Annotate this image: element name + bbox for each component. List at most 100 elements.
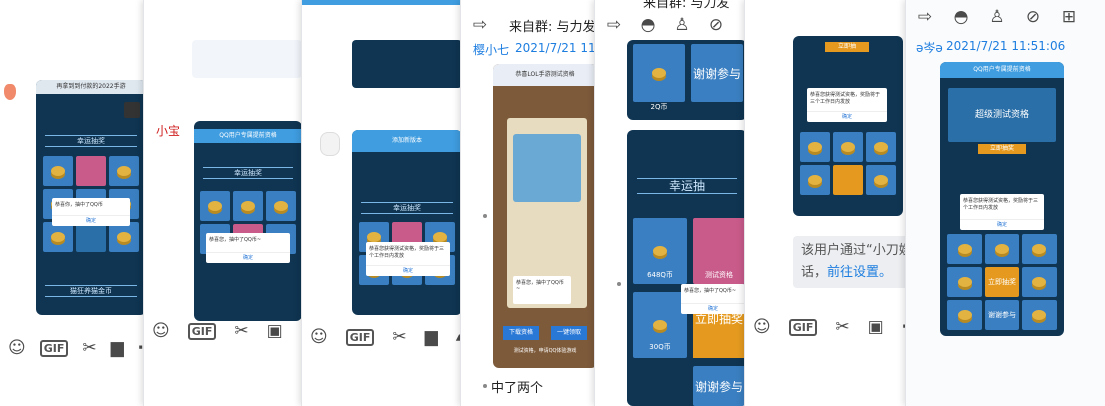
chat-window-7: ⇨ ◓ ♙ ⊘ ⊞ ə岑ə 2021/7/21 11:51:06 QQ用户专属提… bbox=[905, 0, 1105, 406]
prize-cell bbox=[947, 267, 982, 297]
prize-cell bbox=[75, 156, 107, 186]
prize-dialog: 恭喜您，抽中了QQ币~ bbox=[513, 276, 571, 304]
prize-dialog: 恭喜您，抽中了QQ币~ 确定 bbox=[681, 284, 745, 314]
lucky-draw-band: 幸运抽 bbox=[636, 178, 738, 194]
thanks-cell: 谢谢参与 bbox=[693, 366, 745, 406]
folder-icon[interactable]: ▆ bbox=[111, 337, 124, 359]
folder-icon[interactable]: ▆ bbox=[425, 326, 438, 348]
screenshot-image-4[interactable]: 恭喜LOL手游测试资格 恭喜您，抽中了QQ币~ 下载资格 一键领取 测试资格，申… bbox=[493, 64, 597, 368]
gif-icon[interactable]: GIF bbox=[39, 339, 69, 357]
system-notice: 该用户通过“小刀娱 话，前往设置。 bbox=[793, 236, 909, 288]
avatar bbox=[124, 102, 140, 118]
mute-icon[interactable]: ⊘ bbox=[1022, 6, 1044, 28]
smile-icon[interactable]: ☺ bbox=[8, 337, 26, 359]
thanks-cell: 谢谢参与 bbox=[984, 300, 1020, 330]
input-toolbar-2: ☺ GIF ✂ ▣ ⋯ bbox=[144, 316, 304, 346]
settings-link[interactable]: 前往设置。 bbox=[827, 265, 892, 280]
group-source: 来自群: 与力发 bbox=[509, 19, 596, 35]
forward-icon[interactable]: ⇨ bbox=[914, 6, 936, 28]
smile-icon[interactable]: ☺ bbox=[152, 320, 170, 342]
mute-icon[interactable]: ⊘ bbox=[705, 14, 727, 36]
prize-cell bbox=[265, 191, 296, 221]
forward-icon[interactable]: ⇨ bbox=[603, 14, 625, 36]
screenshot-top-strip bbox=[352, 40, 462, 88]
screenshot-image-3[interactable]: 添加新版本 幸运抽奖 恭喜您获得测试资格，奖励将于三个工作日内发放 确定 bbox=[352, 130, 462, 315]
scissors-icon[interactable]: ✂ bbox=[82, 337, 96, 359]
screenshot-title-bar: 添加新版本 bbox=[352, 130, 462, 152]
prize-cell bbox=[947, 300, 982, 330]
add-user-icon[interactable]: ♙ bbox=[986, 6, 1008, 28]
lucky-draw-band: 幸运抽奖 bbox=[202, 167, 294, 179]
coin-label: 2Q币 bbox=[650, 103, 668, 111]
screenshot-title-bar: QQ用户专属提前资格 bbox=[194, 129, 302, 143]
draw-now-cell[interactable]: 立即抽奖 bbox=[984, 267, 1020, 297]
prize-grid: 立即抽奖 谢谢参与 bbox=[947, 234, 1057, 330]
group-source: 来自群: 与力发 bbox=[643, 0, 730, 11]
input-toolbar-1: ☺ GIF ✂ ▆ ⋯ bbox=[0, 333, 146, 363]
add-user-icon[interactable]: ♙ bbox=[671, 14, 693, 36]
prize-cell bbox=[109, 222, 140, 252]
prize-cell bbox=[42, 156, 73, 186]
lucky-draw-band: 幸运抽奖 bbox=[360, 202, 454, 214]
gif-icon[interactable]: GIF bbox=[187, 322, 217, 340]
screenshot-image-2[interactable]: QQ用户专属提前资格 幸运抽奖 恭喜您，抽中了QQ币~ 确定 bbox=[194, 121, 302, 321]
chat-header-toolbar: ⇨ ◓ ♙ ⊘ ⊞ bbox=[906, 2, 1105, 32]
bullet bbox=[617, 282, 621, 286]
scissors-icon[interactable]: ✂ bbox=[835, 316, 849, 338]
image-icon[interactable]: ▣ bbox=[868, 316, 884, 338]
top-accent-bar bbox=[302, 0, 462, 5]
forward-icon[interactable]: ⇨ bbox=[469, 14, 491, 36]
screenshot-image-5a[interactable]: 2Q币 谢谢参与 bbox=[627, 40, 747, 120]
bullet bbox=[483, 214, 487, 218]
prize-cell bbox=[984, 234, 1020, 264]
prize-cell bbox=[866, 132, 897, 162]
smile-icon[interactable]: ☺ bbox=[310, 326, 328, 348]
claim-button[interactable]: 一键领取 bbox=[551, 326, 587, 340]
prize-cell bbox=[200, 191, 231, 221]
prize-cell bbox=[109, 156, 140, 186]
scissors-icon[interactable]: ✂ bbox=[234, 320, 248, 342]
sender-name: 樱小七 bbox=[473, 43, 510, 57]
prize-cell bbox=[799, 132, 830, 162]
dialog-ok-button[interactable]: 确定 bbox=[807, 111, 887, 120]
hide-icon[interactable]: ◓ bbox=[637, 14, 659, 36]
prize-cell bbox=[75, 222, 107, 252]
dialog-ok-button[interactable]: 确定 bbox=[366, 265, 450, 274]
coin-label: 30Q币 bbox=[649, 343, 671, 351]
gif-icon[interactable]: GIF bbox=[788, 318, 818, 336]
download-button[interactable]: 下载资格 bbox=[503, 326, 539, 340]
draw-button[interactable]: 立即抽 bbox=[825, 42, 869, 52]
screenshot-title-bar: QQ用户专属提前资格 bbox=[940, 62, 1064, 78]
chat-header-toolbar: ⇨ ◓ ♙ ⊘ bbox=[595, 10, 751, 40]
gif-icon[interactable]: GIF bbox=[345, 328, 375, 346]
prize-dialog: 恭喜您获得测试资格，奖励将于三个工作日内发放 确定 bbox=[807, 88, 887, 122]
message-text: 中了两个 bbox=[491, 381, 544, 396]
dialog-ok-button[interactable]: 确定 bbox=[960, 219, 1044, 228]
screenshot-image-7[interactable]: QQ用户专属提前资格 超级测试资格 立即抽奖 恭喜您获得测试资格，奖励将于三个工… bbox=[940, 62, 1064, 336]
input-toolbar-6: ☺ GIF ✂ ▣ ⋯ bbox=[745, 312, 909, 342]
prize-cell bbox=[1022, 300, 1057, 330]
input-toolbar-3: ☺ GIF ✂ ▆ ▰ bbox=[302, 322, 462, 352]
prize-cell bbox=[1022, 267, 1057, 297]
dialog-ok-button[interactable]: 确定 bbox=[52, 215, 130, 224]
sender-name: ə岑ə bbox=[916, 41, 943, 55]
draw-button[interactable]: 立即抽奖 bbox=[978, 144, 1026, 154]
screenshot-image-5b[interactable]: 幸运抽 648Q币 测试资格 30Q币 立即抽奖 谢谢参与 恭喜您，抽中了QQ币… bbox=[627, 130, 747, 406]
prize-cell bbox=[233, 191, 263, 221]
footer-band: 猫狂养猫金币 bbox=[44, 285, 138, 297]
chat-window-3: 添加新版本 幸运抽奖 恭喜您获得测试资格，奖励将于三个工作日内发放 确定 ☺ GI… bbox=[301, 0, 462, 406]
prize-dialog: 恭喜您获得测试资格，奖励将于三个工作日内发放 确定 bbox=[960, 194, 1044, 230]
screenshot-image-6[interactable]: 立即抽 恭喜您获得测试资格，奖励将于三个工作日内发放 确定 bbox=[793, 36, 903, 216]
sender-name: 小宝 bbox=[156, 124, 181, 138]
image-icon[interactable]: ▣ bbox=[267, 320, 283, 342]
add-note-icon[interactable]: ⊞ bbox=[1058, 6, 1080, 28]
chat-window-1: 再拿到到付款的2022手游 幸运抽奖 恭喜你，抽中了QQ币 确定 猫狂养猫金币 ☺… bbox=[0, 0, 146, 406]
hide-icon[interactable]: ◓ bbox=[950, 6, 972, 28]
smile-icon[interactable]: ☺ bbox=[753, 316, 771, 338]
sticker-carrot-icon bbox=[4, 84, 16, 100]
scissors-icon[interactable]: ✂ bbox=[392, 326, 406, 348]
dialog-ok-button[interactable]: 确定 bbox=[681, 303, 745, 312]
screenshot-image-1[interactable]: 再拿到到付款的2022手游 幸运抽奖 恭喜你，抽中了QQ币 确定 猫狂养猫金币 bbox=[36, 80, 146, 315]
dialog-ok-button[interactable]: 确定 bbox=[206, 252, 290, 261]
lucky-draw-band: 幸运抽奖 bbox=[44, 135, 138, 147]
